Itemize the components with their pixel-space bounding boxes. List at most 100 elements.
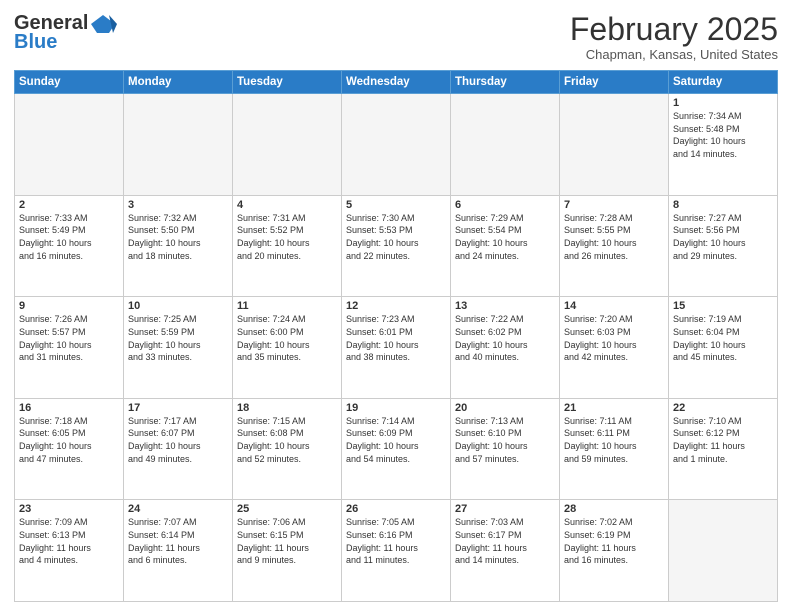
calendar-cell: 4Sunrise: 7:31 AM Sunset: 5:52 PM Daylig… <box>233 195 342 297</box>
day-number: 20 <box>455 402 555 414</box>
calendar-header-thursday: Thursday <box>451 71 560 94</box>
calendar-week-row: 9Sunrise: 7:26 AM Sunset: 5:57 PM Daylig… <box>15 297 778 399</box>
day-number: 15 <box>673 300 773 312</box>
day-info: Sunrise: 7:27 AM Sunset: 5:56 PM Dayligh… <box>673 212 773 262</box>
calendar-cell: 24Sunrise: 7:07 AM Sunset: 6:14 PM Dayli… <box>124 500 233 602</box>
day-number: 23 <box>19 503 119 515</box>
day-info: Sunrise: 7:25 AM Sunset: 5:59 PM Dayligh… <box>128 313 228 363</box>
day-number: 12 <box>346 300 446 312</box>
calendar-cell: 5Sunrise: 7:30 AM Sunset: 5:53 PM Daylig… <box>342 195 451 297</box>
day-info: Sunrise: 7:20 AM Sunset: 6:03 PM Dayligh… <box>564 313 664 363</box>
page: General Blue February 2025 Chapman, Kans… <box>0 0 792 612</box>
calendar-week-row: 16Sunrise: 7:18 AM Sunset: 6:05 PM Dayli… <box>15 398 778 500</box>
calendar-header-row: SundayMondayTuesdayWednesdayThursdayFrid… <box>15 71 778 94</box>
day-number: 27 <box>455 503 555 515</box>
day-info: Sunrise: 7:30 AM Sunset: 5:53 PM Dayligh… <box>346 212 446 262</box>
calendar-header-tuesday: Tuesday <box>233 71 342 94</box>
calendar-cell: 15Sunrise: 7:19 AM Sunset: 6:04 PM Dayli… <box>669 297 778 399</box>
day-number: 9 <box>19 300 119 312</box>
day-number: 6 <box>455 199 555 211</box>
day-info: Sunrise: 7:17 AM Sunset: 6:07 PM Dayligh… <box>128 415 228 465</box>
calendar-cell: 8Sunrise: 7:27 AM Sunset: 5:56 PM Daylig… <box>669 195 778 297</box>
calendar-cell: 10Sunrise: 7:25 AM Sunset: 5:59 PM Dayli… <box>124 297 233 399</box>
day-number: 11 <box>237 300 337 312</box>
day-info: Sunrise: 7:33 AM Sunset: 5:49 PM Dayligh… <box>19 212 119 262</box>
calendar-cell: 7Sunrise: 7:28 AM Sunset: 5:55 PM Daylig… <box>560 195 669 297</box>
day-info: Sunrise: 7:26 AM Sunset: 5:57 PM Dayligh… <box>19 313 119 363</box>
day-info: Sunrise: 7:13 AM Sunset: 6:10 PM Dayligh… <box>455 415 555 465</box>
day-info: Sunrise: 7:18 AM Sunset: 6:05 PM Dayligh… <box>19 415 119 465</box>
day-number: 25 <box>237 503 337 515</box>
day-number: 4 <box>237 199 337 211</box>
title-section: February 2025 Chapman, Kansas, United St… <box>570 12 778 62</box>
calendar-cell: 20Sunrise: 7:13 AM Sunset: 6:10 PM Dayli… <box>451 398 560 500</box>
day-number: 2 <box>19 199 119 211</box>
day-info: Sunrise: 7:31 AM Sunset: 5:52 PM Dayligh… <box>237 212 337 262</box>
day-info: Sunrise: 7:11 AM Sunset: 6:11 PM Dayligh… <box>564 415 664 465</box>
day-info: Sunrise: 7:03 AM Sunset: 6:17 PM Dayligh… <box>455 516 555 566</box>
day-number: 28 <box>564 503 664 515</box>
calendar-cell: 26Sunrise: 7:05 AM Sunset: 6:16 PM Dayli… <box>342 500 451 602</box>
day-info: Sunrise: 7:29 AM Sunset: 5:54 PM Dayligh… <box>455 212 555 262</box>
calendar-cell: 3Sunrise: 7:32 AM Sunset: 5:50 PM Daylig… <box>124 195 233 297</box>
day-number: 10 <box>128 300 228 312</box>
calendar-header-sunday: Sunday <box>15 71 124 94</box>
month-title: February 2025 <box>570 12 778 47</box>
day-number: 7 <box>564 199 664 211</box>
logo-blue-text: Blue <box>14 31 57 54</box>
calendar-cell: 21Sunrise: 7:11 AM Sunset: 6:11 PM Dayli… <box>560 398 669 500</box>
day-info: Sunrise: 7:24 AM Sunset: 6:00 PM Dayligh… <box>237 313 337 363</box>
calendar-cell <box>669 500 778 602</box>
day-info: Sunrise: 7:05 AM Sunset: 6:16 PM Dayligh… <box>346 516 446 566</box>
day-number: 3 <box>128 199 228 211</box>
calendar-week-row: 1Sunrise: 7:34 AM Sunset: 5:48 PM Daylig… <box>15 94 778 196</box>
calendar-cell: 23Sunrise: 7:09 AM Sunset: 6:13 PM Dayli… <box>15 500 124 602</box>
calendar-table: SundayMondayTuesdayWednesdayThursdayFrid… <box>14 70 778 602</box>
calendar-cell: 27Sunrise: 7:03 AM Sunset: 6:17 PM Dayli… <box>451 500 560 602</box>
calendar-week-row: 2Sunrise: 7:33 AM Sunset: 5:49 PM Daylig… <box>15 195 778 297</box>
day-number: 19 <box>346 402 446 414</box>
day-info: Sunrise: 7:34 AM Sunset: 5:48 PM Dayligh… <box>673 110 773 160</box>
calendar-cell: 1Sunrise: 7:34 AM Sunset: 5:48 PM Daylig… <box>669 94 778 196</box>
calendar-cell: 6Sunrise: 7:29 AM Sunset: 5:54 PM Daylig… <box>451 195 560 297</box>
header: General Blue February 2025 Chapman, Kans… <box>14 12 778 62</box>
calendar-header-monday: Monday <box>124 71 233 94</box>
calendar-cell: 16Sunrise: 7:18 AM Sunset: 6:05 PM Dayli… <box>15 398 124 500</box>
day-number: 16 <box>19 402 119 414</box>
calendar-cell <box>233 94 342 196</box>
day-info: Sunrise: 7:10 AM Sunset: 6:12 PM Dayligh… <box>673 415 773 465</box>
calendar-cell <box>124 94 233 196</box>
calendar-header-friday: Friday <box>560 71 669 94</box>
logo: General Blue <box>14 12 118 54</box>
calendar-cell: 2Sunrise: 7:33 AM Sunset: 5:49 PM Daylig… <box>15 195 124 297</box>
day-info: Sunrise: 7:23 AM Sunset: 6:01 PM Dayligh… <box>346 313 446 363</box>
calendar-cell: 17Sunrise: 7:17 AM Sunset: 6:07 PM Dayli… <box>124 398 233 500</box>
location: Chapman, Kansas, United States <box>570 47 778 62</box>
day-number: 1 <box>673 97 773 109</box>
calendar-cell: 13Sunrise: 7:22 AM Sunset: 6:02 PM Dayli… <box>451 297 560 399</box>
calendar-cell: 9Sunrise: 7:26 AM Sunset: 5:57 PM Daylig… <box>15 297 124 399</box>
day-number: 22 <box>673 402 773 414</box>
calendar-cell <box>451 94 560 196</box>
calendar-cell: 19Sunrise: 7:14 AM Sunset: 6:09 PM Dayli… <box>342 398 451 500</box>
calendar-cell: 28Sunrise: 7:02 AM Sunset: 6:19 PM Dayli… <box>560 500 669 602</box>
day-info: Sunrise: 7:32 AM Sunset: 5:50 PM Dayligh… <box>128 212 228 262</box>
day-number: 8 <box>673 199 773 211</box>
day-number: 5 <box>346 199 446 211</box>
calendar-cell <box>15 94 124 196</box>
day-number: 13 <box>455 300 555 312</box>
day-info: Sunrise: 7:09 AM Sunset: 6:13 PM Dayligh… <box>19 516 119 566</box>
calendar-cell: 14Sunrise: 7:20 AM Sunset: 6:03 PM Dayli… <box>560 297 669 399</box>
calendar-week-row: 23Sunrise: 7:09 AM Sunset: 6:13 PM Dayli… <box>15 500 778 602</box>
day-info: Sunrise: 7:28 AM Sunset: 5:55 PM Dayligh… <box>564 212 664 262</box>
day-info: Sunrise: 7:14 AM Sunset: 6:09 PM Dayligh… <box>346 415 446 465</box>
day-number: 21 <box>564 402 664 414</box>
calendar-cell: 12Sunrise: 7:23 AM Sunset: 6:01 PM Dayli… <box>342 297 451 399</box>
calendar-header-wednesday: Wednesday <box>342 71 451 94</box>
calendar-cell: 22Sunrise: 7:10 AM Sunset: 6:12 PM Dayli… <box>669 398 778 500</box>
day-number: 18 <box>237 402 337 414</box>
calendar-cell: 18Sunrise: 7:15 AM Sunset: 6:08 PM Dayli… <box>233 398 342 500</box>
day-number: 14 <box>564 300 664 312</box>
day-info: Sunrise: 7:19 AM Sunset: 6:04 PM Dayligh… <box>673 313 773 363</box>
day-info: Sunrise: 7:22 AM Sunset: 6:02 PM Dayligh… <box>455 313 555 363</box>
